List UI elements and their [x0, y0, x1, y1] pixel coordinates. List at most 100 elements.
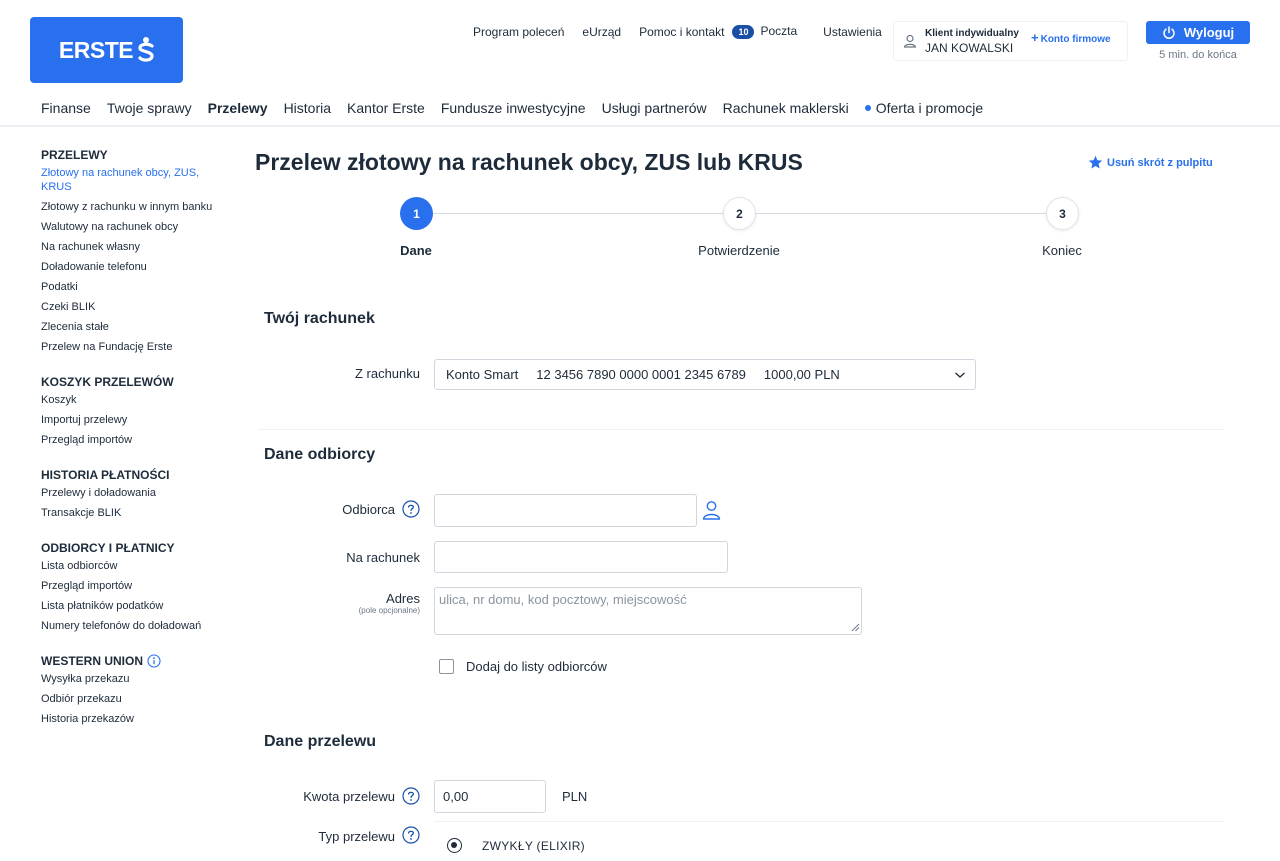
- erste-s-logo-icon: [138, 37, 154, 62]
- address-textarea[interactable]: [434, 587, 862, 635]
- nav-kantor-erste[interactable]: Kantor Erste: [339, 95, 433, 127]
- from-account-label: Z rachunku: [354, 366, 420, 381]
- link-poczta[interactable]: 10 Poczta: [732, 24, 797, 39]
- account-number: 12 3456 7890 0000 0001 2345 6789: [536, 367, 746, 382]
- nav-divider: [0, 125, 1280, 127]
- sidebar-heading: KOSZYK PRZELEWÓW: [41, 375, 174, 389]
- step-1-label: Dane: [400, 243, 432, 258]
- amount-currency: PLN: [562, 789, 588, 804]
- nav-uslugi-partnerow[interactable]: Usługi partnerów: [594, 95, 715, 127]
- recipient-label: Odbiorca: [342, 502, 395, 517]
- add-to-recipients-label[interactable]: Dodaj do listy odbiorców: [466, 659, 607, 674]
- add-to-recipients-checkbox[interactable]: [439, 659, 454, 674]
- link-program-polecen[interactable]: Program poleceń: [473, 25, 564, 39]
- address-label: Adres: [386, 591, 420, 606]
- chevron-down-icon: [955, 372, 965, 378]
- sidebar-item-zlotowy-inny-bank[interactable]: Złotowy z rachunku w innym banku: [41, 200, 231, 214]
- client-switcher[interactable]: Klient indywidualny JAN KOWALSKI + Konto …: [893, 21, 1128, 61]
- sidebar-item-lista-odbiorcow[interactable]: Lista odbiorców: [41, 559, 231, 573]
- link-pomoc-i-kontakt[interactable]: Pomoc i kontakt: [639, 25, 724, 39]
- sidebar-group-odbiorcy: ODBIORCY I PŁATNICY Lista odbiorców Prze…: [41, 541, 231, 633]
- sidebar-heading: ODBIORCY I PŁATNICY: [41, 541, 175, 555]
- section-title-transfer: Dane przelewu: [264, 733, 377, 750]
- nav-oferta-i-promocje[interactable]: Oferta i promocje: [857, 95, 991, 127]
- account-balance: 1000,00 PLN: [763, 367, 840, 382]
- help-icon[interactable]: [402, 500, 420, 518]
- help-icon[interactable]: [402, 787, 420, 805]
- step-2-label: Potwierdzenie: [698, 243, 780, 258]
- nav-historia[interactable]: Historia: [276, 95, 339, 127]
- amount-input[interactable]: [434, 780, 546, 813]
- recipient-account-label: Na rachunek: [346, 550, 420, 565]
- sidebar-item-walutowy[interactable]: Walutowy na rachunek obcy: [41, 220, 231, 234]
- sidebar-group-western-union: WESTERN UNION Wysyłka przekazu Odbiór pr…: [41, 654, 231, 726]
- nav-twoje-sprawy[interactable]: Twoje sprawy: [99, 95, 200, 127]
- sidebar-item-importuj[interactable]: Importuj przelewy: [41, 413, 231, 427]
- step-3-label: Koniec: [1042, 243, 1082, 258]
- nav-rachunek-maklerski[interactable]: Rachunek maklerski: [715, 95, 857, 127]
- address-book-user-icon[interactable]: [702, 500, 721, 520]
- step-2-circle: 2: [723, 197, 756, 230]
- main-nav: Finanse Twoje sprawy Przelewy Historia K…: [33, 95, 991, 127]
- remove-shortcut-link[interactable]: Usuń skrót z pulpitu: [1088, 155, 1213, 170]
- sidebar-item-doladowanie[interactable]: Doładowanie telefonu: [41, 260, 231, 274]
- sidebar-item-podatki[interactable]: Podatki: [41, 280, 231, 294]
- sidebar-item-przeglad-importow[interactable]: Przegląd importów: [41, 433, 231, 447]
- sidebar-item-przeglad-importow-2[interactable]: Przegląd importów: [41, 579, 231, 593]
- client-info: Klient indywidualny JAN KOWALSKI: [925, 28, 1019, 55]
- from-account-select[interactable]: Konto Smart 12 3456 7890 0000 0001 2345 …: [434, 359, 976, 390]
- logout-button[interactable]: Wyloguj: [1146, 21, 1250, 44]
- sidebar-item-wysylka[interactable]: Wysyłka przekazu: [41, 672, 231, 686]
- power-icon: [1163, 25, 1175, 39]
- sidebar-item-zlecenia-stale[interactable]: Zlecenia stałe: [41, 320, 231, 334]
- help-icon[interactable]: [402, 826, 420, 844]
- account-name: Konto Smart: [446, 367, 519, 382]
- sidebar-item-transakcje-blik[interactable]: Transakcje BLIK: [41, 506, 231, 520]
- business-account-label: Konto firmowe: [1040, 34, 1111, 45]
- nav-finanse[interactable]: Finanse: [33, 95, 99, 127]
- sidebar-item-platnicy-podatkow[interactable]: Lista płatników podatków: [41, 599, 231, 613]
- stepper-line: [433, 213, 723, 214]
- step-1-circle: 1: [400, 197, 433, 230]
- link-poczta-label: Poczta: [760, 24, 798, 38]
- sidebar-item-odbior[interactable]: Odbiór przekazu: [41, 692, 231, 706]
- resize-grip-icon[interactable]: [851, 623, 860, 632]
- client-type: Klient indywidualny: [925, 27, 1019, 39]
- nav-fundusze[interactable]: Fundusze inwestycyjne: [433, 95, 594, 127]
- sidebar-heading: HISTORIA PŁATNOŚCI: [41, 468, 170, 482]
- sidebar-item-fundacja[interactable]: Przelew na Fundację Erste: [41, 340, 231, 354]
- sidebar-item-przelewy-doladowania[interactable]: Przelewy i doładowania: [41, 486, 231, 500]
- remove-shortcut-label: Usuń skrót z pulpitu: [1107, 156, 1213, 169]
- link-eurzad[interactable]: eUrząd: [582, 25, 621, 39]
- sidebar-item-historia-przekazow[interactable]: Historia przekazów: [41, 712, 231, 726]
- star-icon: [1088, 155, 1103, 169]
- sidebar-group-przelewy: PRZELEWY Złotowy na rachunek obcy, ZUS, …: [41, 148, 231, 354]
- sidebar: PRZELEWY Złotowy na rachunek obcy, ZUS, …: [41, 148, 231, 747]
- transfer-type-elixir-label[interactable]: ZWYKŁY (ELIXIR): [482, 839, 585, 853]
- user-icon: [903, 34, 917, 48]
- mail-count-badge: 10: [732, 25, 755, 39]
- step-3-circle: 3: [1046, 197, 1079, 230]
- transfer-type-elixir-radio[interactable]: [447, 838, 462, 853]
- nav-oferta-label: Oferta i promocje: [875, 100, 984, 116]
- link-ustawienia[interactable]: Ustawienia: [823, 25, 882, 39]
- sidebar-item-koszyk[interactable]: Koszyk: [41, 393, 231, 407]
- logo-text: ERSTE: [58, 36, 134, 63]
- business-account-link[interactable]: + Konto firmowe: [1031, 30, 1111, 45]
- info-circle-icon[interactable]: [147, 654, 161, 668]
- logout-label: Wyloguj: [1183, 25, 1235, 40]
- recipient-account-input[interactable]: [434, 541, 728, 573]
- sidebar-item-zlotowy-obcy[interactable]: Złotowy na rachunek obcy, ZUS, KRUS: [41, 166, 231, 194]
- sidebar-item-czeki-blik[interactable]: Czeki BLIK: [41, 300, 231, 314]
- section-divider: [258, 429, 1223, 430]
- top-links: Program poleceń eUrząd Pomoc i kontakt 1…: [473, 24, 900, 39]
- sidebar-item-numery-telefonow[interactable]: Numery telefonów do doładowań: [41, 619, 231, 633]
- sidebar-item-wlasny[interactable]: Na rachunek własny: [41, 240, 231, 254]
- plus-icon: +: [1031, 30, 1039, 45]
- recipient-input[interactable]: [434, 494, 697, 527]
- section-title-account: Twój rachunek: [264, 310, 375, 327]
- client-name: JAN KOWALSKI: [925, 40, 1014, 55]
- row-divider: [434, 821, 1223, 822]
- nav-przelewy[interactable]: Przelewy: [199, 95, 276, 127]
- erste-logo[interactable]: ERSTE: [30, 17, 183, 83]
